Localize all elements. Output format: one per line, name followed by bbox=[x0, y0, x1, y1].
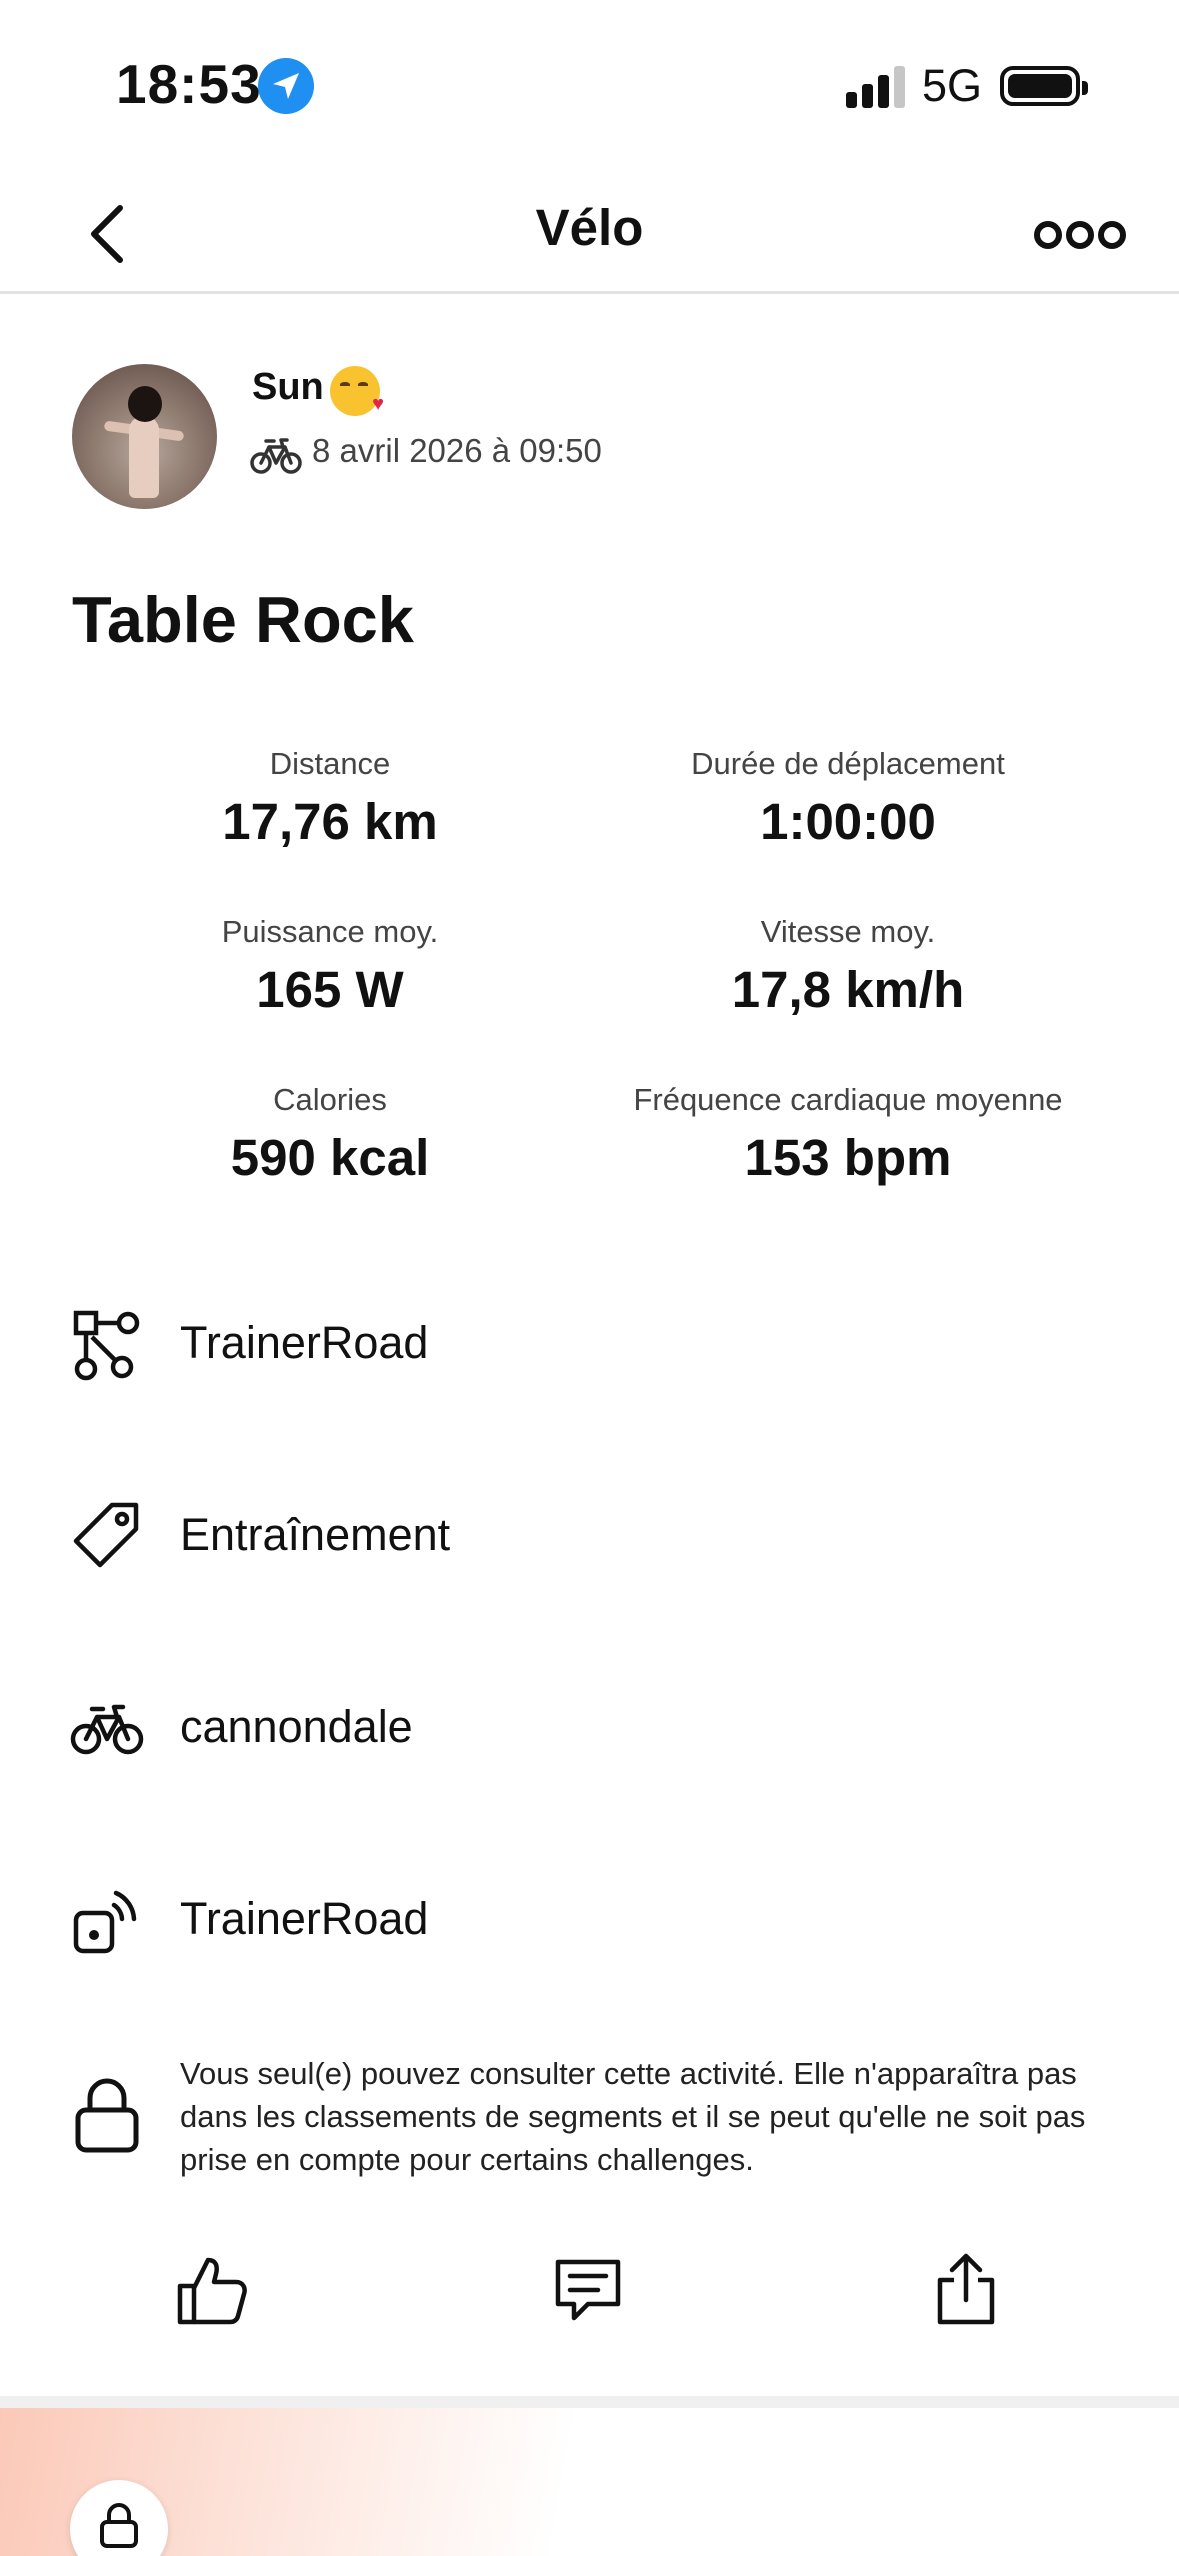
kudos-button[interactable] bbox=[172, 2250, 252, 2330]
action-bar bbox=[0, 2236, 1179, 2346]
stat-label: Fréquence cardiaque moyenne bbox=[633, 1082, 1063, 1117]
battery-icon bbox=[1000, 66, 1088, 106]
thumbs-up-icon bbox=[177, 2257, 247, 2325]
stat-value: 17,8 km/h bbox=[731, 961, 965, 1018]
signal-icon bbox=[846, 64, 906, 108]
stat-avg-heart-rate: Fréquence cardiaque moyenne 153 bpm bbox=[588, 1080, 1108, 1190]
workout-flow-icon bbox=[73, 1310, 140, 1381]
stat-avg-power: Puissance moy. 165 W bbox=[70, 912, 590, 1022]
share-icon bbox=[937, 2253, 995, 2325]
stat-value: 1:00:00 bbox=[760, 793, 936, 850]
comment-button[interactable] bbox=[548, 2250, 628, 2330]
location-arrow-icon bbox=[258, 58, 314, 114]
activity-datetime: 8 avril 2026 à 09:50 bbox=[312, 432, 602, 469]
stat-calories: Calories 590 kcal bbox=[70, 1080, 590, 1190]
stat-avg-speed: Vitesse moy. 17,8 km/h bbox=[588, 912, 1108, 1022]
activity-title: Table Rock bbox=[72, 583, 414, 656]
stat-value: 17,76 km bbox=[222, 793, 438, 850]
stat-distance: Distance 17,76 km bbox=[70, 744, 590, 854]
lock-badge bbox=[70, 2480, 168, 2556]
detail-workout-type[interactable]: Entraînement bbox=[0, 1475, 1179, 1595]
promo-card[interactable] bbox=[0, 2408, 1179, 2556]
section-divider bbox=[0, 2396, 1179, 2408]
status-time: 18:53 bbox=[116, 53, 262, 115]
privacy-text: Vous seul(e) pouvez consulter cette acti… bbox=[180, 2056, 1086, 2177]
stat-moving-time: Durée de déplacement 1:00:00 bbox=[588, 744, 1108, 854]
stat-value: 165 W bbox=[256, 961, 404, 1018]
share-button[interactable] bbox=[926, 2250, 1006, 2330]
tag-icon bbox=[73, 1502, 139, 1568]
detail-label: cannondale bbox=[180, 1701, 413, 1752]
nav-bar: Vélo bbox=[0, 170, 1179, 294]
device-sync-icon bbox=[73, 1890, 137, 1954]
more-options-button[interactable] bbox=[1028, 212, 1154, 258]
detail-workout-source[interactable]: TrainerRoad bbox=[0, 1283, 1179, 1403]
activity-detail-screen: 18:53 5G Vélo Sun ♥ 8 avril 2026 à 09:50… bbox=[0, 0, 1179, 2556]
page-title: Vélo bbox=[535, 199, 644, 256]
network-label: 5G bbox=[922, 60, 983, 111]
detail-label: Entraînement bbox=[180, 1509, 451, 1560]
bike-icon bbox=[70, 1704, 144, 1755]
kissing-face-emoji: ♥ bbox=[330, 366, 384, 416]
lock-icon bbox=[75, 2078, 139, 2153]
stat-value: 590 kcal bbox=[230, 1129, 430, 1186]
stat-label: Vitesse moy. bbox=[760, 914, 936, 949]
status-bar: 18:53 5G bbox=[0, 0, 1179, 170]
detail-label: TrainerRoad bbox=[180, 1893, 429, 1944]
detail-gear[interactable]: cannondale bbox=[0, 1667, 1179, 1787]
stat-label: Distance bbox=[269, 746, 391, 781]
lock-icon bbox=[100, 2503, 138, 2548]
more-dots-icon bbox=[1034, 221, 1126, 249]
user-name[interactable]: Sun bbox=[252, 366, 324, 409]
bike-icon bbox=[250, 438, 302, 474]
stat-value: 153 bpm bbox=[744, 1129, 952, 1186]
comment-icon bbox=[555, 2259, 621, 2321]
stat-label: Calories bbox=[273, 1082, 387, 1117]
detail-label: TrainerRoad bbox=[180, 1317, 429, 1368]
avatar[interactable] bbox=[72, 364, 217, 509]
stat-label: Durée de déplacement bbox=[691, 746, 1005, 781]
stat-label: Puissance moy. bbox=[221, 914, 439, 949]
privacy-notice: Vous seul(e) pouvez consulter cette acti… bbox=[0, 2048, 1179, 2198]
detail-device[interactable]: TrainerRoad bbox=[0, 1859, 1179, 1979]
